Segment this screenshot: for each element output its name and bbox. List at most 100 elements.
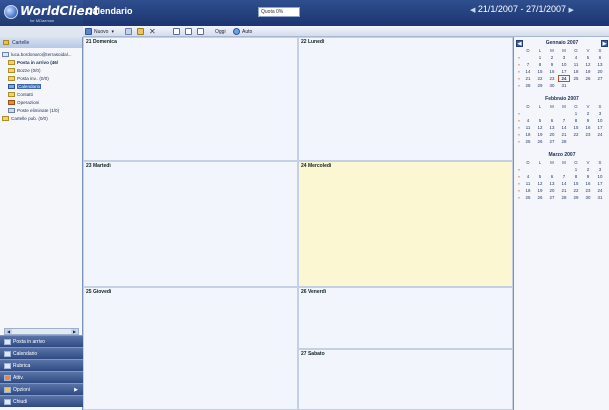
mini-day[interactable]: 17 bbox=[558, 68, 570, 75]
day-header[interactable]: 25 Giovedì bbox=[84, 288, 297, 296]
mini-day[interactable]: 19 bbox=[534, 187, 546, 194]
mini-day[interactable]: 2 bbox=[582, 110, 594, 117]
mini-day[interactable]: 9 bbox=[582, 117, 594, 124]
prev-month-button[interactable]: ◀ bbox=[516, 40, 523, 47]
mini-day[interactable]: 11 bbox=[522, 124, 534, 131]
folder-item[interactable]: Bozze (0/0) bbox=[2, 66, 80, 74]
month-view-button[interactable] bbox=[197, 27, 206, 36]
folder-item[interactable]: Operazioni bbox=[2, 98, 80, 106]
next-week-button[interactable]: ▶ bbox=[569, 7, 574, 14]
mini-day[interactable]: 16 bbox=[582, 124, 594, 131]
day-header[interactable]: 22 Lunedì bbox=[299, 38, 512, 46]
day-header[interactable]: 23 Martedì bbox=[84, 162, 297, 170]
mini-day[interactable]: 31 bbox=[558, 82, 570, 89]
mini-day[interactable]: 26 bbox=[534, 138, 546, 145]
mini-day[interactable]: 16 bbox=[546, 68, 558, 75]
day-cell[interactable]: 24 Mercoledì bbox=[298, 161, 513, 287]
mini-day[interactable]: 8 bbox=[534, 61, 546, 68]
mini-day[interactable]: 26 bbox=[582, 75, 594, 82]
mini-day[interactable]: 10 bbox=[594, 117, 606, 124]
folder-item[interactable]: Cartelle pub. (0/0) bbox=[2, 114, 80, 122]
folder-item[interactable]: Posta inv.. (0/0) bbox=[2, 74, 80, 82]
nav-options-button[interactable]: Opzioni ▶ bbox=[0, 383, 83, 395]
mini-day[interactable]: 28 bbox=[558, 194, 570, 201]
mini-day[interactable]: 19 bbox=[534, 131, 546, 138]
day-cell[interactable]: 27 Sabato bbox=[298, 349, 513, 410]
mini-day[interactable]: 15 bbox=[570, 180, 582, 187]
mini-day[interactable]: 14 bbox=[558, 124, 570, 131]
mini-day[interactable]: 18 bbox=[522, 131, 534, 138]
mini-day[interactable]: 7 bbox=[558, 117, 570, 124]
mini-day[interactable]: 14 bbox=[558, 180, 570, 187]
mini-day[interactable]: 13 bbox=[594, 61, 606, 68]
mini-day[interactable]: 15 bbox=[534, 68, 546, 75]
mini-day[interactable]: 27 bbox=[594, 75, 606, 82]
mini-day[interactable]: 28 bbox=[558, 138, 570, 145]
mini-day[interactable]: 13 bbox=[546, 180, 558, 187]
mini-day[interactable]: 18 bbox=[522, 187, 534, 194]
folder-item[interactable]: Posta in arrivo (46/ bbox=[2, 58, 80, 66]
mini-day[interactable]: 9 bbox=[546, 61, 558, 68]
nav-tasks-button[interactable]: Attiv. bbox=[0, 371, 83, 383]
day-cell[interactable]: 21 Domenica bbox=[83, 37, 298, 161]
mini-day[interactable]: 7 bbox=[558, 173, 570, 180]
mini-day[interactable]: 17 bbox=[594, 124, 606, 131]
day-header[interactable]: 24 Mercoledì bbox=[299, 162, 512, 170]
horizontal-scrollbar[interactable]: ◀ ▶ bbox=[4, 328, 79, 335]
mini-day[interactable]: 31 bbox=[594, 194, 606, 201]
nav-calendar-button[interactable]: Calendario bbox=[0, 347, 83, 359]
next-month-button[interactable]: ▶ bbox=[601, 40, 608, 47]
mini-day[interactable]: 20 bbox=[546, 187, 558, 194]
mini-day[interactable]: 13 bbox=[546, 124, 558, 131]
scroll-left-arrow[interactable]: ◀ bbox=[5, 329, 12, 334]
mini-day[interactable]: 12 bbox=[582, 61, 594, 68]
mini-day[interactable]: 5 bbox=[534, 173, 546, 180]
new-button[interactable]: Nuovo ▾ bbox=[85, 27, 114, 36]
mini-day[interactable]: 18 bbox=[570, 68, 582, 75]
mini-day[interactable]: 2 bbox=[582, 166, 594, 173]
mini-day[interactable]: 7 bbox=[522, 61, 534, 68]
mini-day[interactable]: 25 bbox=[570, 75, 582, 82]
mini-day[interactable]: 3 bbox=[558, 54, 570, 61]
mini-day[interactable]: 24 bbox=[594, 131, 606, 138]
mini-day[interactable]: 25 bbox=[522, 138, 534, 145]
mini-day[interactable]: 3 bbox=[594, 110, 606, 117]
mini-day[interactable]: 22 bbox=[534, 75, 546, 82]
move-button[interactable] bbox=[137, 27, 146, 36]
mini-day[interactable]: 12 bbox=[534, 180, 546, 187]
mini-day[interactable]: 3 bbox=[594, 166, 606, 173]
chevron-down-icon[interactable]: ▾ bbox=[111, 29, 114, 35]
mini-day[interactable]: 26 bbox=[534, 194, 546, 201]
mini-day[interactable]: 24 bbox=[558, 75, 570, 82]
mini-day[interactable]: 21 bbox=[522, 75, 534, 82]
mini-day[interactable]: 23 bbox=[582, 131, 594, 138]
mini-day[interactable]: 23 bbox=[546, 75, 558, 82]
mini-day[interactable]: 6 bbox=[546, 117, 558, 124]
mini-day[interactable]: 9 bbox=[582, 173, 594, 180]
mini-day[interactable]: 8 bbox=[570, 173, 582, 180]
today-button[interactable]: Oggi bbox=[215, 27, 226, 36]
mini-day[interactable]: 20 bbox=[594, 68, 606, 75]
mini-day[interactable]: 4 bbox=[522, 173, 534, 180]
folder-item[interactable]: luca.bordonaro@terrasoidal... bbox=[2, 50, 80, 58]
folders-header[interactable]: Cartelle bbox=[0, 37, 82, 48]
mini-day[interactable]: 21 bbox=[558, 187, 570, 194]
folder-item[interactable]: Calendario bbox=[2, 82, 80, 90]
folder-item[interactable]: Poste eliminate (1/0) bbox=[2, 106, 80, 114]
mini-day[interactable]: 22 bbox=[570, 131, 582, 138]
nav-logout-button[interactable]: Chiudi bbox=[0, 395, 83, 407]
nav-inbox-button[interactable]: Posta in arrivo bbox=[0, 335, 83, 347]
mini-day[interactable]: 12 bbox=[534, 124, 546, 131]
mini-day[interactable]: 20 bbox=[546, 131, 558, 138]
mini-day[interactable]: 11 bbox=[522, 180, 534, 187]
day-cell[interactable]: 25 Giovedì bbox=[83, 287, 298, 410]
mini-day[interactable]: 6 bbox=[594, 54, 606, 61]
mini-day[interactable]: 4 bbox=[570, 54, 582, 61]
mini-day[interactable]: 8 bbox=[570, 117, 582, 124]
mini-day[interactable]: 10 bbox=[558, 61, 570, 68]
auto-button[interactable]: Auto bbox=[233, 27, 252, 36]
mini-day[interactable]: 30 bbox=[582, 194, 594, 201]
scroll-right-arrow[interactable]: ▶ bbox=[71, 329, 78, 334]
mini-day[interactable]: 15 bbox=[570, 124, 582, 131]
week-view-button[interactable] bbox=[185, 27, 194, 36]
